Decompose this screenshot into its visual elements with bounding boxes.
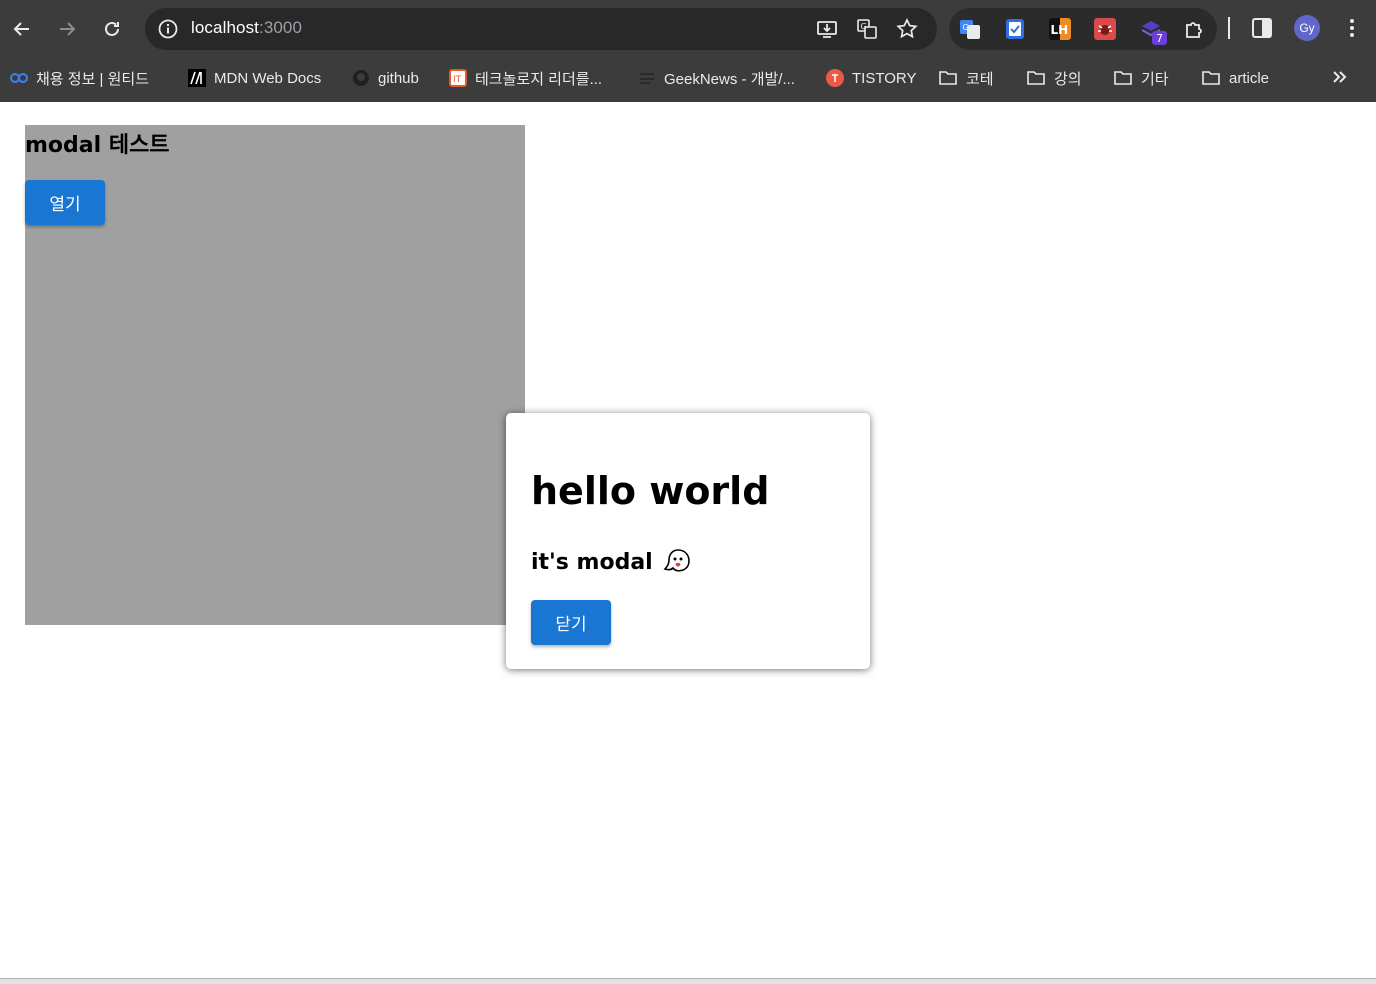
translate-icon[interactable]: G bbox=[855, 17, 879, 41]
wanted-icon bbox=[10, 73, 28, 83]
modal-heading: hello world bbox=[531, 469, 770, 513]
bookmarks-overflow-icon[interactable] bbox=[1330, 67, 1350, 87]
bookmark-github[interactable]: github bbox=[352, 64, 419, 92]
url-text: localhost:3000 bbox=[191, 18, 302, 38]
bookmark-label: 기타 bbox=[1141, 70, 1169, 88]
bookmark-geeknews[interactable]: GeekNews - 개발/... bbox=[638, 64, 795, 92]
back-button[interactable] bbox=[6, 13, 38, 45]
ghost-emoji-icon bbox=[663, 549, 690, 572]
open-button[interactable]: 열기 bbox=[25, 180, 105, 225]
bookmark-folder-1[interactable]: 코테 bbox=[938, 64, 994, 92]
back-arrow-icon bbox=[13, 22, 29, 36]
extensions-puzzle-icon[interactable] bbox=[1183, 17, 1207, 41]
folder-icon bbox=[939, 71, 957, 85]
github-icon bbox=[353, 70, 369, 86]
modal-subheading-row: it's modal bbox=[531, 547, 693, 577]
modal-dialog: hello world it's modal 닫기 bbox=[506, 413, 870, 669]
bookmark-label: github bbox=[378, 69, 419, 87]
svg-text:IT: IT bbox=[453, 75, 462, 85]
forward-button[interactable] bbox=[51, 13, 83, 45]
url-port: :3000 bbox=[259, 18, 303, 37]
browser-toolbar: localhost:3000 G G LH 7 Gy bbox=[0, 0, 1376, 58]
tech-icon: IT bbox=[449, 69, 467, 87]
bookmarks-bar: 채용 정보 | 원티드 MDN Web Docs github IT 테크놀로지… bbox=[0, 58, 1376, 98]
checklist-extension-icon[interactable] bbox=[1004, 18, 1026, 40]
google-translate-extension-icon[interactable]: G bbox=[959, 18, 981, 40]
side-panel-icon[interactable] bbox=[1249, 15, 1275, 41]
bookmark-label: 테크놀로지 리더를... bbox=[475, 70, 603, 88]
bookmark-label: 코테 bbox=[966, 70, 994, 88]
reload-button[interactable] bbox=[96, 13, 128, 45]
address-bar[interactable]: localhost:3000 G bbox=[145, 8, 937, 50]
bookmark-folder-2[interactable]: 강의 bbox=[1026, 64, 1082, 92]
bookmark-folder-3[interactable]: 기타 bbox=[1113, 64, 1169, 92]
bookmark-wanted[interactable]: 채용 정보 | 원티드 bbox=[10, 64, 149, 92]
toolbar-divider bbox=[1228, 17, 1230, 39]
extensions-group: G LH 7 bbox=[949, 8, 1217, 50]
bookmark-tech[interactable]: IT 테크놀로지 리더를... bbox=[449, 64, 602, 92]
bookmark-star-icon[interactable] bbox=[895, 17, 919, 41]
svg-text:G: G bbox=[861, 22, 867, 31]
bookmark-label: 강의 bbox=[1054, 70, 1082, 88]
bottom-edge bbox=[0, 978, 1376, 984]
lighthouse-extension-icon[interactable]: LH bbox=[1049, 18, 1071, 40]
bookmark-label: TISTORY bbox=[852, 69, 917, 87]
lighthouse-label: LH bbox=[1051, 23, 1069, 37]
mdn-icon bbox=[188, 69, 206, 87]
bookmark-label: article bbox=[1229, 69, 1270, 87]
modal-subheading: it's modal bbox=[531, 549, 653, 575]
reload-icon bbox=[105, 21, 119, 36]
install-app-icon[interactable] bbox=[815, 17, 839, 41]
svg-text:G: G bbox=[963, 23, 969, 32]
bookmark-label: GeekNews - 개발/... bbox=[664, 70, 795, 88]
bookmark-label: MDN Web Docs bbox=[214, 69, 322, 87]
folder-icon bbox=[1202, 71, 1220, 85]
folder-icon bbox=[1027, 71, 1045, 85]
geeknews-icon bbox=[638, 69, 656, 87]
browser-chrome: localhost:3000 G G LH 7 Gy 채용 정보 | 원티드 M… bbox=[0, 0, 1376, 102]
forward-arrow-icon bbox=[60, 22, 76, 36]
url-host: localhost bbox=[191, 18, 259, 37]
site-info-icon[interactable] bbox=[157, 18, 179, 40]
page-title: modal 테스트 bbox=[25, 133, 170, 158]
more-menu-icon[interactable] bbox=[1339, 15, 1365, 41]
bookmark-mdn[interactable]: MDN Web Docs bbox=[188, 64, 321, 92]
modal-test-container: modal 테스트 열기 bbox=[25, 125, 525, 625]
profile-avatar[interactable]: Gy bbox=[1294, 15, 1320, 41]
bookmark-tistory[interactable]: TISTORY bbox=[826, 64, 916, 92]
tistory-icon bbox=[826, 69, 844, 87]
stack-extension-icon[interactable]: 7 bbox=[1139, 16, 1169, 46]
bug-extension-icon[interactable] bbox=[1094, 18, 1116, 40]
page-content: modal 테스트 열기 hello world it's modal 닫기 bbox=[0, 102, 1376, 978]
close-button[interactable]: 닫기 bbox=[531, 600, 611, 645]
folder-icon bbox=[1114, 71, 1132, 85]
bookmark-folder-4[interactable]: article bbox=[1201, 64, 1269, 92]
bookmark-label: 채용 정보 | 원티드 bbox=[36, 70, 149, 88]
extension-badge: 7 bbox=[1156, 32, 1163, 45]
